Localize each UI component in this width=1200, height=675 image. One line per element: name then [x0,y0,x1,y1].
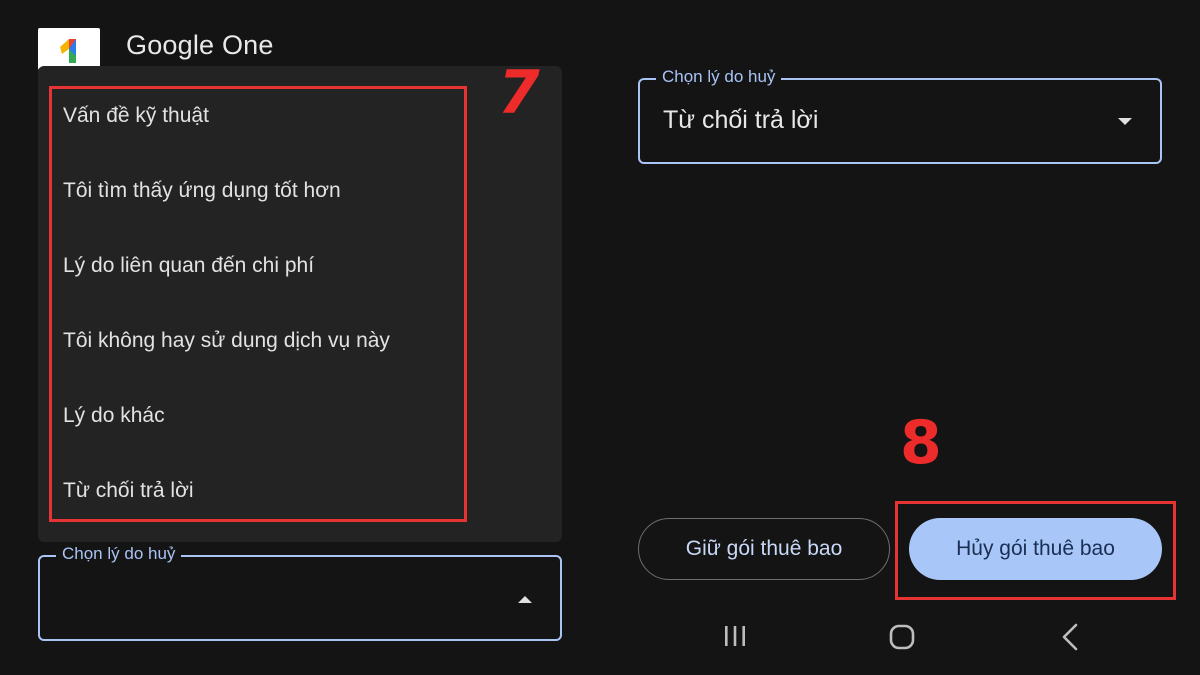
google-one-logo [38,28,100,70]
caret-down-icon[interactable] [1116,117,1134,127]
back-icon[interactable] [1058,622,1084,652]
cancel-subscription-button[interactable]: Hủy gói thuê bao [909,518,1162,580]
google-one-logo-icon [60,39,76,63]
select-value-right: Từ chối trả lời [663,106,819,134]
recent-apps-icon[interactable] [722,622,748,650]
select-label-left: Chọn lý do huỷ [56,544,182,564]
caret-up-icon[interactable] [516,594,534,604]
step-7-label: 7 [498,58,540,128]
step-8-label: 8 [900,408,942,478]
cancel-reason-select-left[interactable] [38,555,562,641]
app-title: Google One [126,30,274,60]
home-icon[interactable] [887,622,917,652]
select-label-right: Chọn lý do huỷ [656,67,782,87]
keep-subscription-button[interactable]: Giữ gói thuê bao [638,518,890,580]
highlight-box-step-7 [49,86,467,522]
